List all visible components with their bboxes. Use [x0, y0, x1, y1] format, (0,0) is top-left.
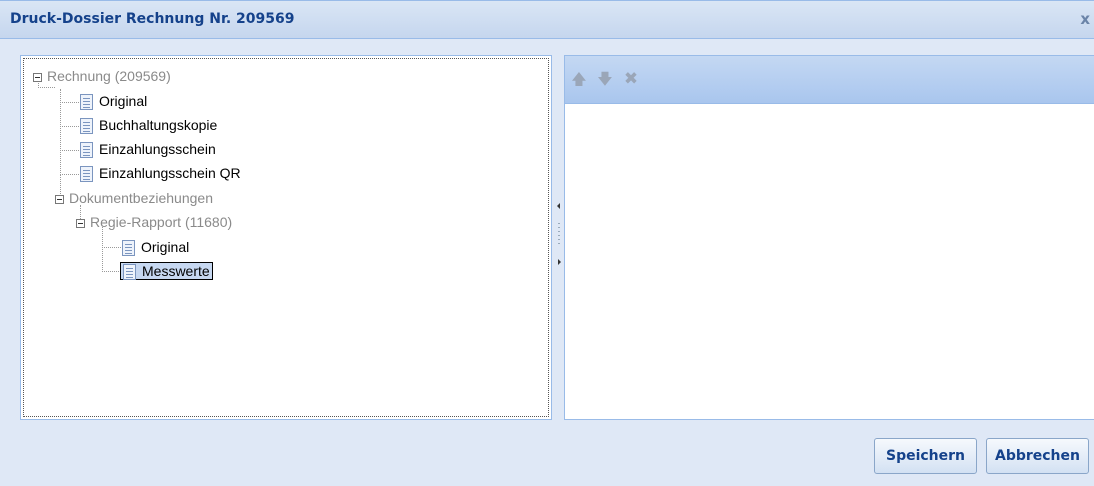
collapse-icon[interactable] [33, 72, 42, 82]
tree-connector [60, 150, 79, 175]
splitter-grip[interactable] [558, 223, 560, 247]
tree-connector [60, 102, 79, 127]
tree-node-label: Regie-Rapport (11680) [90, 214, 233, 230]
tree-node-label: Original [141, 239, 190, 255]
document-tree: Rechnung (209569) Original Buchhaltungsk… [23, 58, 549, 417]
tree-node-label: Original [99, 93, 148, 109]
collapse-left-icon[interactable] [557, 203, 560, 209]
tree-node-label: Buchhaltungskopie [99, 117, 218, 133]
cancel-button[interactable]: Abbrechen [986, 438, 1089, 474]
tree-node-regie-rapport[interactable]: Regie-Rapport (11680) [76, 211, 232, 233]
print-dossier-dialog: Druck-Dossier Rechnung Nr. 209569 x Rech… [0, 0, 1094, 486]
collapse-icon[interactable] [55, 194, 64, 204]
arrow-up-icon[interactable]: 🡅 [569, 70, 589, 88]
collapse-right-icon[interactable] [558, 259, 561, 265]
tree-node-rechnung[interactable]: Rechnung (209569) [33, 65, 171, 87]
tree-connector [60, 126, 79, 151]
delete-icon[interactable]: ✖ [621, 70, 641, 88]
dialog-body: Rechnung (209569) Original Buchhaltungsk… [0, 39, 1094, 486]
document-icon [80, 118, 93, 135]
arrow-down-icon[interactable]: 🡇 [595, 70, 615, 88]
collapse-icon[interactable] [76, 218, 85, 228]
document-icon [80, 142, 93, 159]
save-button[interactable]: Speichern [874, 438, 977, 474]
tree-node-einzahlungsschein-qr[interactable]: Einzahlungsschein QR [80, 162, 241, 184]
tree-node-label: Rechnung (209569) [47, 68, 171, 84]
tree-connector [60, 89, 79, 103]
dialog-title: Druck-Dossier Rechnung Nr. 209569 [10, 11, 295, 27]
document-icon [122, 240, 135, 257]
selected-node[interactable]: Messwerte [120, 262, 213, 281]
tree-node-einzahlungsschein[interactable]: Einzahlungsschein [80, 138, 216, 160]
selected-documents-panel: 🡅 🡇 ✖ [564, 55, 1094, 420]
panel-toolbar: 🡅 🡇 ✖ [565, 56, 1094, 104]
tree-node-rapport-original[interactable]: Original [122, 236, 189, 258]
panel-splitter[interactable] [556, 55, 562, 420]
tree-node-buchhaltungskopie[interactable]: Buchhaltungskopie [80, 114, 217, 136]
document-icon [80, 166, 93, 183]
tree-node-original[interactable]: Original [80, 90, 147, 112]
document-icon [123, 264, 136, 281]
tree-node-label: Messwerte [142, 263, 210, 279]
dialog-titlebar[interactable]: Druck-Dossier Rechnung Nr. 209569 x [0, 1, 1094, 39]
tree-node-label: Dokumentbeziehungen [69, 190, 213, 206]
close-icon[interactable]: x [1080, 10, 1090, 28]
tree-node-messwerte[interactable]: Messwerte [120, 260, 213, 282]
tree-node-dokumentbeziehungen[interactable]: Dokumentbeziehungen [55, 187, 213, 209]
document-tree-panel: Rechnung (209569) Original Buchhaltungsk… [20, 55, 552, 420]
document-icon [80, 94, 93, 111]
tree-node-label: Einzahlungsschein [99, 141, 216, 157]
tree-node-label: Einzahlungsschein QR [99, 165, 241, 181]
